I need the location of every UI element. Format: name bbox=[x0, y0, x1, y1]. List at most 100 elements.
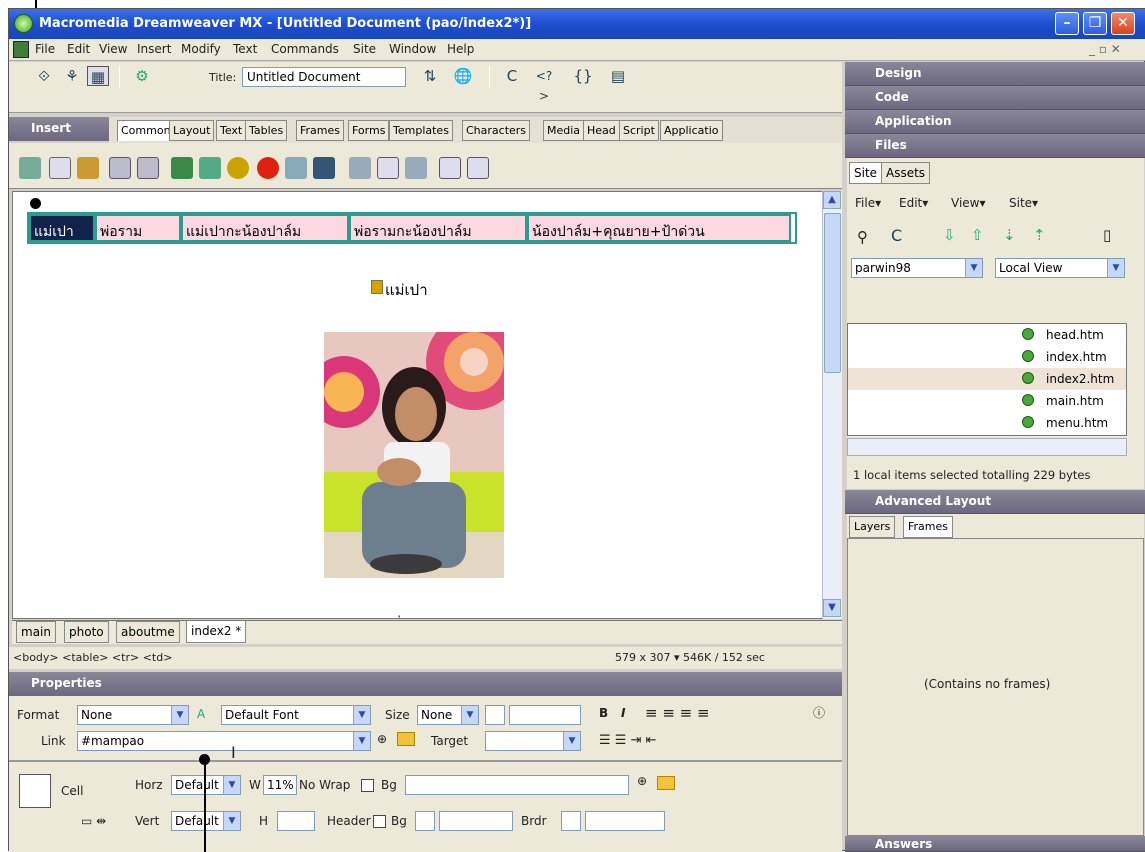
horz-select[interactable]: Default ▼ bbox=[171, 775, 241, 795]
menu-insert[interactable]: Insert bbox=[137, 42, 171, 56]
split-view-icon[interactable]: ⚘ bbox=[61, 66, 83, 86]
align-buttons[interactable]: ≡ ≡ ≡ ≡ bbox=[645, 704, 710, 722]
minimize-button[interactable]: – bbox=[1055, 12, 1079, 35]
expand-icon[interactable]: ▯ bbox=[1103, 226, 1111, 244]
design-panel-header[interactable]: Design bbox=[845, 62, 1145, 86]
flash-icon[interactable] bbox=[257, 157, 279, 179]
menu-modify[interactable]: Modify bbox=[181, 42, 221, 56]
bg-color-swatch[interactable] bbox=[415, 811, 435, 831]
bg-folder-icon[interactable] bbox=[657, 776, 675, 790]
tab-common[interactable]: Common bbox=[117, 120, 175, 141]
comment-icon[interactable] bbox=[439, 157, 461, 179]
menu-site[interactable]: Site bbox=[353, 42, 376, 56]
font-select[interactable]: Default Font ▼ bbox=[221, 705, 371, 725]
code-nav-icon[interactable]: {} bbox=[572, 66, 594, 86]
application-panel-header[interactable]: Application bbox=[845, 110, 1145, 134]
point-to-file-icon[interactable]: ⊕ bbox=[377, 732, 387, 746]
menu-help[interactable]: Help bbox=[447, 42, 474, 56]
title-input[interactable]: Untitled Document bbox=[242, 67, 406, 87]
view-select[interactable]: Local View ▼ bbox=[995, 258, 1125, 278]
border-color-swatch[interactable] bbox=[561, 811, 581, 831]
image-placeholder-icon[interactable] bbox=[199, 157, 221, 179]
close-button[interactable]: ✕ bbox=[1111, 12, 1135, 35]
doc-window-controls[interactable]: _ ▫ ✕ bbox=[1089, 42, 1121, 56]
live-data-icon[interactable]: ⚙ bbox=[131, 66, 153, 86]
checkin-icon[interactable]: ⇡ bbox=[1033, 226, 1046, 244]
target-select[interactable]: ▼ bbox=[485, 731, 581, 751]
design-view-icon[interactable]: ▦ bbox=[87, 66, 109, 86]
files-menu-site[interactable]: Site▾ bbox=[1009, 196, 1038, 210]
layer-icon[interactable] bbox=[137, 157, 159, 179]
folder-icon[interactable] bbox=[397, 732, 415, 746]
tab-forms[interactable]: Forms bbox=[348, 120, 390, 141]
file-row-selected[interactable]: index2.htm bbox=[848, 368, 1126, 390]
doc-tab-index2[interactable]: index2 * bbox=[186, 621, 247, 643]
nav-cell-palm-family[interactable]: น้องปาล์ม+คุณยาย+ป้าด่วน bbox=[527, 214, 791, 242]
doc-tab-aboutme[interactable]: aboutme bbox=[116, 621, 180, 643]
width-input[interactable]: 11% bbox=[263, 775, 297, 795]
tab-layout[interactable]: Layout bbox=[169, 120, 215, 141]
email-link-icon[interactable] bbox=[49, 157, 71, 179]
menu-text[interactable]: Text bbox=[233, 42, 257, 56]
insert-panel-header[interactable]: Insert bbox=[9, 117, 109, 141]
file-row[interactable]: menu.htm bbox=[848, 412, 1126, 434]
files-panel-header[interactable]: Files bbox=[845, 134, 1145, 158]
bg-point-icon[interactable]: ⊕ bbox=[637, 774, 647, 788]
refresh-icon[interactable]: C bbox=[891, 226, 902, 245]
nav-cell-mampao-palm[interactable]: แม่เปากะน้องปาล์ม bbox=[181, 214, 349, 242]
bg-color-input[interactable] bbox=[439, 811, 513, 831]
fireworks-icon[interactable] bbox=[227, 157, 249, 179]
nav-cell-param-palm[interactable]: พ่อรามกะน้องปาล์ม bbox=[349, 214, 527, 242]
text-color-swatch[interactable] bbox=[485, 705, 505, 725]
refresh-icon[interactable]: C bbox=[501, 66, 523, 86]
doc-tab-photo[interactable]: photo bbox=[64, 621, 109, 643]
tab-tables[interactable]: Tables bbox=[245, 120, 288, 141]
tab-frames[interactable]: Frames bbox=[903, 516, 954, 538]
nowrap-checkbox[interactable] bbox=[361, 779, 374, 792]
scroll-up-button[interactable]: ▲ bbox=[823, 191, 841, 209]
tab-script[interactable]: Script bbox=[619, 120, 659, 141]
advanced-layout-header[interactable]: Advanced Layout bbox=[845, 490, 1145, 514]
vert-select[interactable]: Default ▼ bbox=[171, 811, 241, 831]
date-icon[interactable] bbox=[377, 157, 399, 179]
nav-cell-mampao[interactable]: แม่เปา bbox=[29, 214, 95, 242]
table-icon[interactable] bbox=[109, 157, 131, 179]
header-checkbox[interactable] bbox=[373, 815, 386, 828]
height-input[interactable] bbox=[277, 811, 315, 831]
files-menu-file[interactable]: File▾ bbox=[855, 196, 881, 210]
tab-frames[interactable]: Frames bbox=[296, 120, 345, 141]
document-icon[interactable] bbox=[13, 41, 29, 58]
hyperlink-icon[interactable] bbox=[19, 157, 41, 179]
tabular-data-icon[interactable] bbox=[405, 157, 427, 179]
menu-view[interactable]: View bbox=[99, 42, 127, 56]
italic-button[interactable]: I bbox=[621, 706, 625, 720]
anchor-marker-icon[interactable] bbox=[371, 280, 383, 294]
menu-edit[interactable]: Edit bbox=[67, 42, 90, 56]
rollover-icon[interactable] bbox=[285, 157, 307, 179]
bold-button[interactable]: B bbox=[599, 706, 608, 720]
site-select[interactable]: parwin98 ▼ bbox=[851, 258, 983, 278]
tab-site[interactable]: Site bbox=[849, 162, 883, 184]
size-select[interactable]: None ▼ bbox=[417, 705, 479, 725]
nav-cell-param[interactable]: พ่อราม bbox=[95, 214, 181, 242]
preview-browser-icon[interactable]: 🌐 bbox=[452, 66, 474, 86]
design-view[interactable]: แม่เปา พ่อราม แม่เปากะน้องปาล์ม พ่อรามกะ… bbox=[12, 191, 828, 619]
merge-split-icons[interactable]: ▭ ⇹ bbox=[81, 814, 106, 828]
tab-text[interactable]: Text bbox=[216, 120, 247, 141]
menu-window[interactable]: Window bbox=[389, 42, 436, 56]
get-files-icon[interactable]: ⇩ bbox=[943, 226, 956, 244]
image-icon[interactable] bbox=[171, 157, 193, 179]
navigation-bar-icon[interactable] bbox=[313, 157, 335, 179]
code-view-icon[interactable]: ⟐ bbox=[33, 66, 55, 86]
file-row[interactable]: main.htm bbox=[848, 390, 1126, 412]
scroll-thumb[interactable] bbox=[824, 213, 841, 373]
code-panel-header[interactable]: Code bbox=[845, 86, 1145, 110]
tab-application[interactable]: Applicatio bbox=[660, 120, 723, 141]
answers-panel-header[interactable]: Answers bbox=[845, 836, 1145, 852]
border-color-input[interactable] bbox=[585, 811, 665, 831]
window-size-info[interactable]: 579 x 307 ▾ 546K / 152 sec bbox=[615, 651, 765, 664]
format-select[interactable]: None ▼ bbox=[77, 705, 189, 725]
reference-icon[interactable]: <?> bbox=[533, 66, 555, 103]
file-row[interactable]: index.htm bbox=[848, 346, 1126, 368]
scroll-down-button[interactable]: ▼ bbox=[823, 599, 841, 617]
